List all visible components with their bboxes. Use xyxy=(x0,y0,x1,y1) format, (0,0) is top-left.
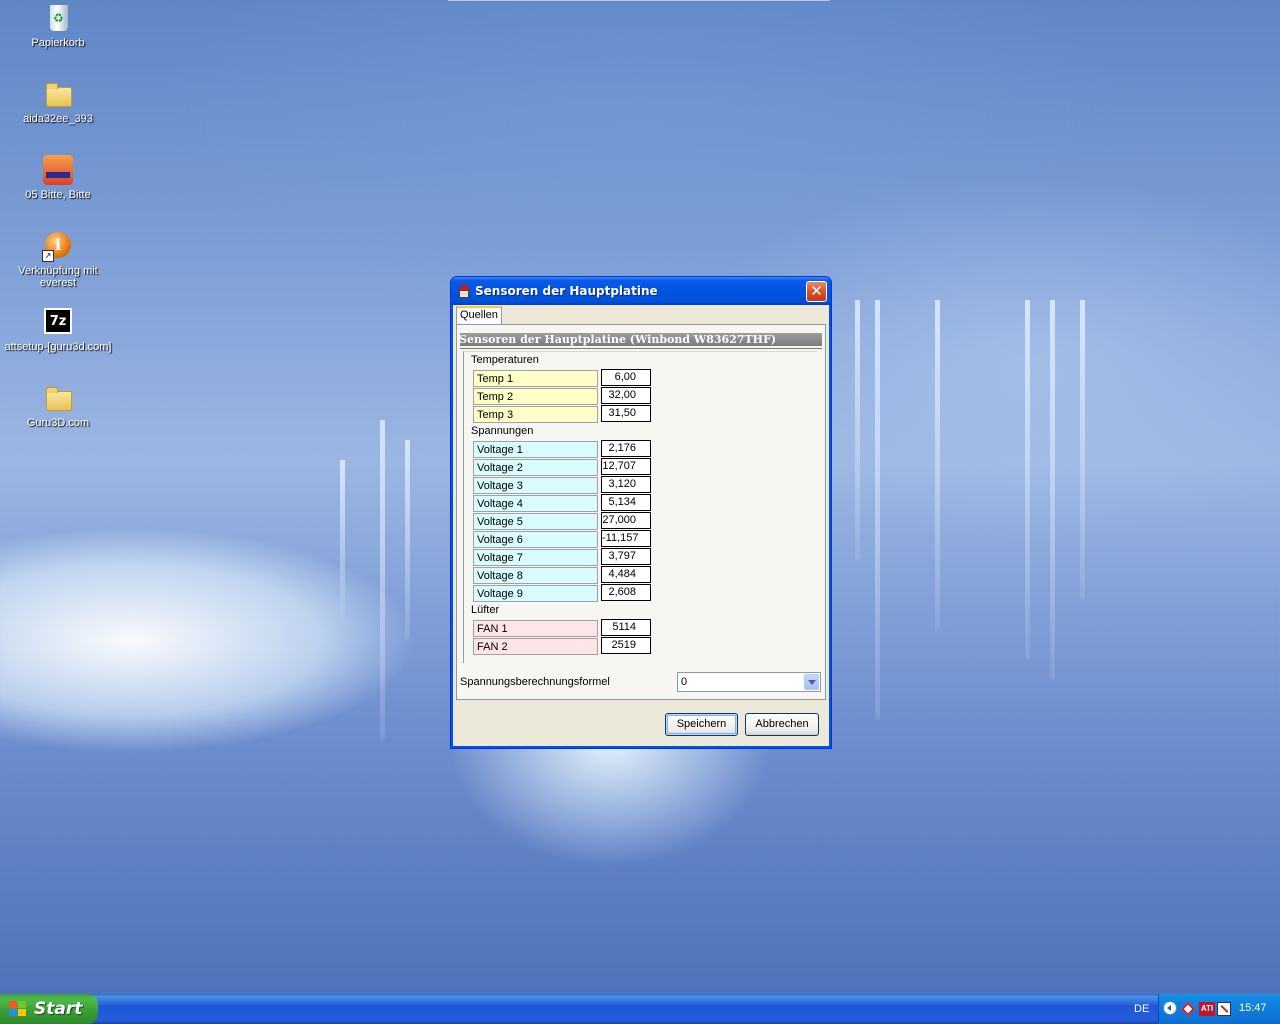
everest-icon: i ↗ xyxy=(42,230,74,262)
shortcut-arrow-icon: ↗ xyxy=(42,250,54,262)
tab-sources[interactable]: Quellen xyxy=(456,306,502,324)
desktop-icon-everest-shortcut[interactable]: i ↗ Verknüpfung mit everest xyxy=(3,230,113,289)
group-label-voltages: Spannungen xyxy=(471,425,534,437)
folder-icon xyxy=(42,382,74,414)
wallpaper-icicle xyxy=(340,460,345,620)
formula-dropdown[interactable]: 0 xyxy=(677,672,821,692)
desktop-icon-label: Papierkorb xyxy=(31,37,85,49)
network-tray-icon[interactable] xyxy=(1180,1001,1196,1017)
sensor-value: 2,608 xyxy=(601,584,651,601)
wallpaper-icicle xyxy=(935,300,940,630)
language-indicator[interactable]: DE xyxy=(1134,1003,1149,1015)
sensor-label: Voltage 3 xyxy=(473,477,598,494)
desktop-icon-label: 05 Bitte, Bitte xyxy=(25,189,91,201)
sensor-label: Temp 3 xyxy=(473,406,598,423)
sensor-value: 5,134 xyxy=(601,494,651,511)
desktop-icon-aida-folder[interactable]: aida32ee_393 xyxy=(3,78,113,125)
sensor-list: Temperaturen Temp 1 6,00 Temp 2 32,00 Te… xyxy=(463,351,817,663)
dialog-title: Sensoren der Hauptplatine xyxy=(475,284,658,298)
sensor-value: 32,00 xyxy=(601,387,651,404)
wallpaper-icicle xyxy=(1080,300,1085,600)
dialog-titlebar[interactable]: Sensoren der Hauptplatine ✕ xyxy=(451,277,831,305)
windows-logo-icon xyxy=(9,1001,27,1017)
sensor-value: 31,50 xyxy=(601,405,651,422)
desktop-icon-label: attsetup-[guru3d.com] xyxy=(4,341,112,353)
formula-selected-value: 0 xyxy=(681,676,688,688)
desktop-icon-label: Guru3D.com xyxy=(26,417,90,429)
sensor-label: Temp 2 xyxy=(473,388,598,405)
wallpaper-icicle xyxy=(1050,300,1055,680)
media-file-icon xyxy=(42,154,74,186)
sensor-label: Voltage 2 xyxy=(473,459,598,476)
save-button[interactable]: Speichern xyxy=(665,713,738,736)
sensor-value: 6,00 xyxy=(601,369,651,386)
close-icon: ✕ xyxy=(810,282,823,300)
sensor-value: -11,157 xyxy=(601,530,651,547)
cancel-button[interactable]: Abbrechen xyxy=(745,713,819,736)
formula-label: Spannungsberechnungsformel xyxy=(460,676,610,688)
ati-tray-icon[interactable]: ATI xyxy=(1199,1002,1215,1016)
sensor-label: Voltage 9 xyxy=(473,585,598,602)
sensor-value: 12,707 xyxy=(601,458,651,475)
desktop-icon-7zip-archive[interactable]: 7z attsetup-[guru3d.com] xyxy=(3,306,113,353)
wallpaper-icicle xyxy=(875,300,880,720)
sensor-label: Voltage 1 xyxy=(473,441,598,458)
sensor-value: 2519 xyxy=(601,637,651,654)
wallpaper-icicle xyxy=(380,420,385,740)
sensor-value: 3,797 xyxy=(601,548,651,565)
tab-panel: Sensoren der Hauptplatine (Winbond W8362… xyxy=(456,324,826,700)
sensor-label: Voltage 7 xyxy=(473,549,598,566)
show-hidden-icons-icon[interactable] xyxy=(1163,1001,1177,1015)
folder-icon xyxy=(42,78,74,110)
desktop-icon-media-file[interactable]: 05 Bitte, Bitte xyxy=(3,154,113,201)
sensor-label: Temp 1 xyxy=(473,370,598,387)
sensor-value: 2,176 xyxy=(601,440,651,457)
close-button[interactable]: ✕ xyxy=(806,281,827,302)
desktop-icon-guru3d-folder[interactable]: Guru3D.com xyxy=(3,382,113,429)
desktop-icon-label: Verknüpfung mit everest xyxy=(18,265,98,289)
divider xyxy=(460,348,822,349)
sensor-label: FAN 1 xyxy=(473,620,598,637)
desktop-icon-recycle-bin[interactable]: ♻ Papierkorb xyxy=(3,2,113,49)
wallpaper-icicle xyxy=(405,440,410,640)
sensor-label: Voltage 4 xyxy=(473,495,598,512)
chevron-down-icon[interactable] xyxy=(804,674,819,690)
taskbar: Start DE ATI 15:47 xyxy=(0,994,1280,1024)
sensor-value: 3,120 xyxy=(601,476,651,493)
group-label-temperatures: Temperaturen xyxy=(471,354,539,366)
sensor-value: 27,000 xyxy=(601,512,651,529)
wallpaper-icicle xyxy=(1025,300,1030,660)
start-label: Start xyxy=(34,999,83,1019)
recycle-bin-icon: ♻ xyxy=(42,2,74,34)
app-house-icon xyxy=(456,283,472,299)
start-button[interactable]: Start xyxy=(0,994,98,1024)
offscreen-window-edge xyxy=(447,0,831,2)
sensor-value: 5114 xyxy=(601,619,651,636)
panel-title-text: Sensoren der Hauptplatine (Winbond W8362… xyxy=(459,333,777,346)
clock[interactable]: 15:47 xyxy=(1239,1002,1267,1014)
wallpaper-icicle xyxy=(855,300,860,560)
sensor-value: 4,484 xyxy=(601,566,651,583)
desktop-icon-label: aida32ee_393 xyxy=(23,113,93,125)
group-label-fans: Lüfter xyxy=(471,604,500,616)
7zip-archive-icon: 7z xyxy=(42,306,74,338)
sensor-label: Voltage 8 xyxy=(473,567,598,584)
panel-title: Sensoren der Hauptplatine (Winbond W8362… xyxy=(459,333,822,346)
antivirus-tray-icon[interactable] xyxy=(1217,1002,1231,1016)
sensor-label: Voltage 5 xyxy=(473,513,598,530)
sensors-dialog: Sensoren der Hauptplatine ✕ Quellen Sens… xyxy=(450,276,832,749)
sensor-label: FAN 2 xyxy=(473,638,598,655)
sensor-label: Voltage 6 xyxy=(473,531,598,548)
